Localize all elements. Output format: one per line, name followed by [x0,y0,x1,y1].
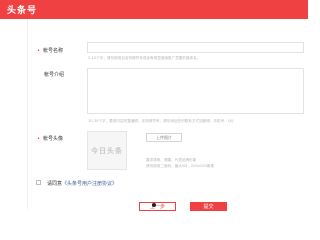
account-name-label: • 帐号名称 [37,47,63,54]
account-name-input[interactable] [87,42,304,53]
required-dot: • [37,48,40,54]
account-avatar-label-text: 帐号头像 [42,136,63,142]
upload-image-button[interactable]: 上传图片 [146,133,182,142]
required-dot: • [37,136,40,142]
account-intro-hint: 10-30个字，要求内容完整通顺，无特殊符号，请勿添加任何联系方式如微博、手机号… [88,119,234,123]
account-intro-textarea[interactable] [87,68,304,114]
user-agreement-link[interactable]: 《头条号用户注册协议》 [62,181,117,187]
prev-step-button[interactable]: 上一步 [139,202,176,211]
agree-checkbox[interactable] [36,180,41,185]
account-intro-label: 帐号介绍 [37,71,64,78]
registration-form-panel: • 帐号名称 2-10个字，请勿使用包含特殊符号或含有明显营销推广意图的媒体名。 … [27,19,308,211]
top-header-bar: 头条号 [0,0,308,19]
account-avatar-label: • 帐号头像 [37,135,63,142]
logo[interactable]: 头条号 [7,3,37,16]
page-indicator-dot [152,203,156,207]
avatar-hint-1: 要求清晰、健康、代表品牌形象 [146,158,197,162]
account-name-hint: 2-10个字，请勿使用包含特殊符号或含有明显营销推广意图的媒体名。 [88,56,201,60]
agree-prefix: 请同意 [47,181,63,187]
account-name-label-text: 帐号名称 [42,48,63,54]
account-intro-label-text: 帐号介绍 [44,72,65,78]
submit-button[interactable]: 提交 [190,202,227,211]
avatar-placeholder-text: 今日头条 [91,146,123,155]
avatar-preview: 今日头条 [87,131,127,170]
agree-text: 请同意《头条号用户注册协议》 [47,180,117,187]
avatar-hint-2: 请勿使用二维码，最大5M，200x200像素 [146,164,214,168]
